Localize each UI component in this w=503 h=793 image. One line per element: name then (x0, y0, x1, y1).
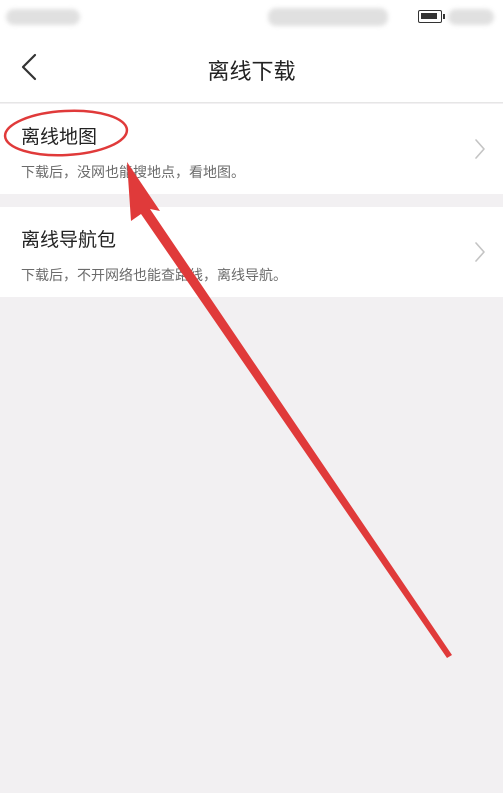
nav-bar: 离线下载 (0, 34, 503, 103)
status-carrier-blurred (6, 9, 80, 25)
menu-item-offline-map[interactable]: 离线地图 下载后，没网也能搜地点，看地图。 (0, 104, 503, 194)
chevron-right-icon (475, 139, 485, 159)
menu-item-title: 离线地图 (21, 126, 98, 148)
menu-item-title: 离线导航包 (21, 229, 117, 251)
page-title: 离线下载 (207, 60, 296, 85)
status-bar (0, 0, 503, 34)
chevron-right-icon (475, 242, 485, 262)
menu-item-desc: 下载后，不开网络也能查路线，离线导航。 (21, 268, 287, 284)
battery-icon (418, 10, 445, 23)
status-time-blurred (448, 9, 494, 25)
menu-item-offline-navigation[interactable]: 离线导航包 下载后，不开网络也能查路线，离线导航。 (0, 207, 503, 297)
menu-item-desc: 下载后，没网也能搜地点，看地图。 (21, 165, 245, 181)
status-icons-blurred (268, 8, 388, 26)
